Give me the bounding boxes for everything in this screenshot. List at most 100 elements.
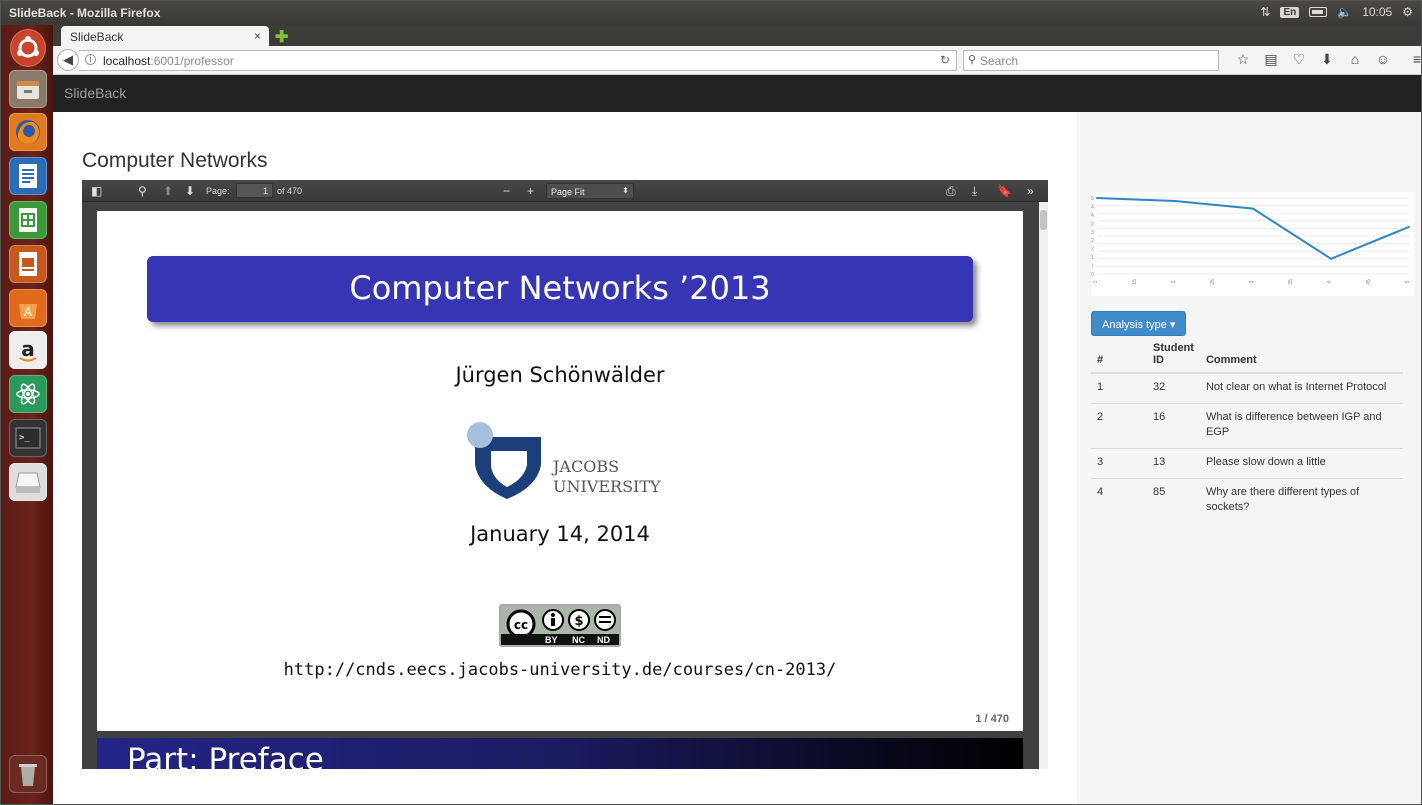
page-title: Computer Networks [82, 149, 268, 172]
column-header-student-id: Student ID [1147, 342, 1200, 374]
chart-y-tick-label: 5 [1091, 196, 1094, 202]
chart-x-tick-label: 25 [1210, 279, 1216, 285]
file-manager-icon[interactable] [9, 70, 47, 108]
find-icon[interactable]: ⚲ [138, 184, 147, 198]
chart-y-tick-label: 1 [1091, 264, 1094, 270]
jacobs-university-logo: JACOBS UNIVERSITY [467, 419, 667, 499]
svg-text:$: $ [574, 614, 583, 629]
pdf-page-2: Part: Preface [97, 738, 1023, 769]
page-total: of 470 [277, 186, 303, 196]
row-number: 1 [1091, 372, 1147, 404]
analysis-type-label: Analysis type [1102, 319, 1167, 331]
pocket-icon[interactable]: ♡ [1285, 51, 1313, 68]
url-bar[interactable]: i localhost:6001/professor ↻ [79, 50, 957, 71]
tools-menu-icon[interactable]: » [1027, 184, 1034, 198]
reading-list-icon[interactable]: ▤ [1257, 51, 1285, 68]
battery-icon[interactable] [1309, 7, 1328, 17]
svg-text:A: A [24, 305, 33, 319]
pdf-scrollbar[interactable] [1039, 202, 1048, 769]
comment: Please slow down a little [1199, 448, 1403, 479]
chart-y-tick-label: 3 [1091, 221, 1094, 227]
comment: Why are there different types of sockets… [1199, 478, 1403, 523]
table-row: 4 85 Why are there different types of so… [1091, 478, 1403, 523]
chat-icon[interactable]: ☺ [1369, 51, 1397, 68]
firefox-icon[interactable] [9, 113, 47, 151]
student-id: 16 [1147, 403, 1200, 449]
table-row: 3 13 Please slow down a little [1091, 448, 1403, 479]
app-navbar: SlideBack [53, 75, 1421, 112]
clock[interactable]: 10:05 [1362, 5, 1392, 19]
feedback-chart: 0 1 1 2 2 3 3 4 4 5 1 15 2 25 3 35 4 45 5 [1091, 192, 1414, 296]
logo-line2: UNIVERSITY [553, 477, 661, 496]
software-center-icon[interactable]: A [9, 289, 47, 327]
table-header-row: # Student ID Comment [1091, 342, 1403, 374]
page-number-badge: 1 / 470 [975, 713, 1009, 725]
back-arrow-icon[interactable]: ◀ [57, 49, 79, 71]
browser-nav-bar: ◀ i localhost:6001/professor ↻ ⚲ Search … [53, 46, 1421, 75]
zoom-out-icon[interactable]: − [503, 184, 510, 198]
chart-y-tick-label: 2 [1091, 247, 1094, 253]
bookmark-star-icon[interactable]: ☆ [1229, 51, 1257, 68]
app-brand[interactable]: SlideBack [64, 85, 126, 101]
creative-commons-badge: cc $ BY NC ND [499, 604, 621, 647]
home-icon[interactable]: ⌂ [1341, 51, 1369, 68]
chart-data-point [1330, 257, 1332, 260]
svg-text:cc: cc [514, 618, 528, 632]
chart-y-tick-label: 1 [1091, 255, 1094, 261]
chart-y-tick-label: 2 [1091, 238, 1094, 244]
disk-drive-icon[interactable] [9, 463, 47, 501]
tab-close-icon[interactable]: × [254, 29, 261, 43]
system-top-panel: SlideBack - Mozilla Firefox ⇅ En 🔈 10:05… [1, 1, 1421, 25]
calc-icon[interactable] [9, 201, 47, 239]
student-id: 85 [1147, 478, 1200, 523]
zoom-select[interactable]: Page Fit [546, 183, 634, 199]
chart-x-tick-label: 4 [1327, 280, 1333, 283]
sidebar-toggle-icon[interactable]: ◧ [91, 184, 102, 198]
next-slide-title: Part: Preface [127, 742, 324, 769]
url-path: :6001/professor [150, 54, 234, 68]
pdf-viewer: ◧ ⚲ ⬆ ⬇ Page: 1 of 470 − + Page Fit ⎙ ⤓ … [82, 180, 1048, 769]
ubuntu-dash-icon[interactable] [10, 29, 46, 67]
atom-editor-icon[interactable] [9, 375, 47, 413]
system-tray: ⇅ En 🔈 10:05 ⚙ [1260, 5, 1413, 19]
cc-label-nc: NC [572, 635, 585, 645]
search-placeholder: Search [980, 54, 1019, 68]
trash-icon[interactable] [9, 755, 47, 793]
writer-icon[interactable] [9, 157, 47, 195]
comment: Not clear on what is Internet Protocol [1199, 372, 1403, 404]
tab-slideback[interactable]: SlideBack × [61, 26, 269, 46]
amazon-icon[interactable]: a [9, 331, 47, 369]
chart-data-point [1096, 197, 1098, 199]
zoom-in-icon[interactable]: + [527, 184, 534, 198]
page-number-input[interactable]: 1 [236, 183, 273, 198]
download-icon[interactable]: ⤓ [972, 184, 977, 199]
hamburger-menu-icon[interactable]: ≡ [1397, 51, 1421, 68]
next-page-icon[interactable]: ⬇ [185, 184, 195, 198]
chart-data-point [1408, 225, 1410, 228]
table-row: 2 16 What is difference between IGP and … [1091, 403, 1403, 449]
bookmark-icon[interactable]: 🔖 [997, 184, 1012, 198]
analysis-type-dropdown[interactable]: Analysis type ▾ [1091, 311, 1187, 336]
reload-icon[interactable]: ↻ [940, 53, 950, 67]
course-url: http://cnds.eecs.jacobs-university.de/co… [283, 660, 837, 680]
print-icon[interactable]: ⎙ [946, 184, 956, 199]
power-icon[interactable]: ⚙ [1402, 5, 1413, 19]
previous-page-icon[interactable]: ⬆ [163, 184, 173, 198]
volume-icon[interactable]: 🔈 [1337, 5, 1352, 19]
chart-x-tick-label: 45 [1366, 279, 1372, 285]
impress-icon[interactable] [9, 245, 47, 283]
keyboard-layout-indicator[interactable]: En [1280, 6, 1300, 18]
new-tab-icon[interactable]: ✚ [275, 27, 288, 47]
downloads-icon[interactable]: ⬇ [1313, 51, 1341, 68]
scrollbar-thumb[interactable] [1040, 210, 1047, 230]
student-id: 13 [1147, 448, 1200, 479]
terminal-icon[interactable]: >_ [9, 419, 47, 457]
feedback-table: # Student ID Comment 1 32 Not clear on w… [1091, 342, 1403, 523]
chart-x-tick-label: 3 [1249, 280, 1255, 283]
svg-text:a: a [21, 337, 35, 361]
site-info-icon[interactable]: i [85, 54, 96, 65]
network-icon[interactable]: ⇅ [1260, 5, 1270, 19]
search-input[interactable]: ⚲ Search [963, 50, 1219, 71]
tab-title: SlideBack [70, 30, 124, 44]
chart-data-point [1252, 207, 1254, 210]
